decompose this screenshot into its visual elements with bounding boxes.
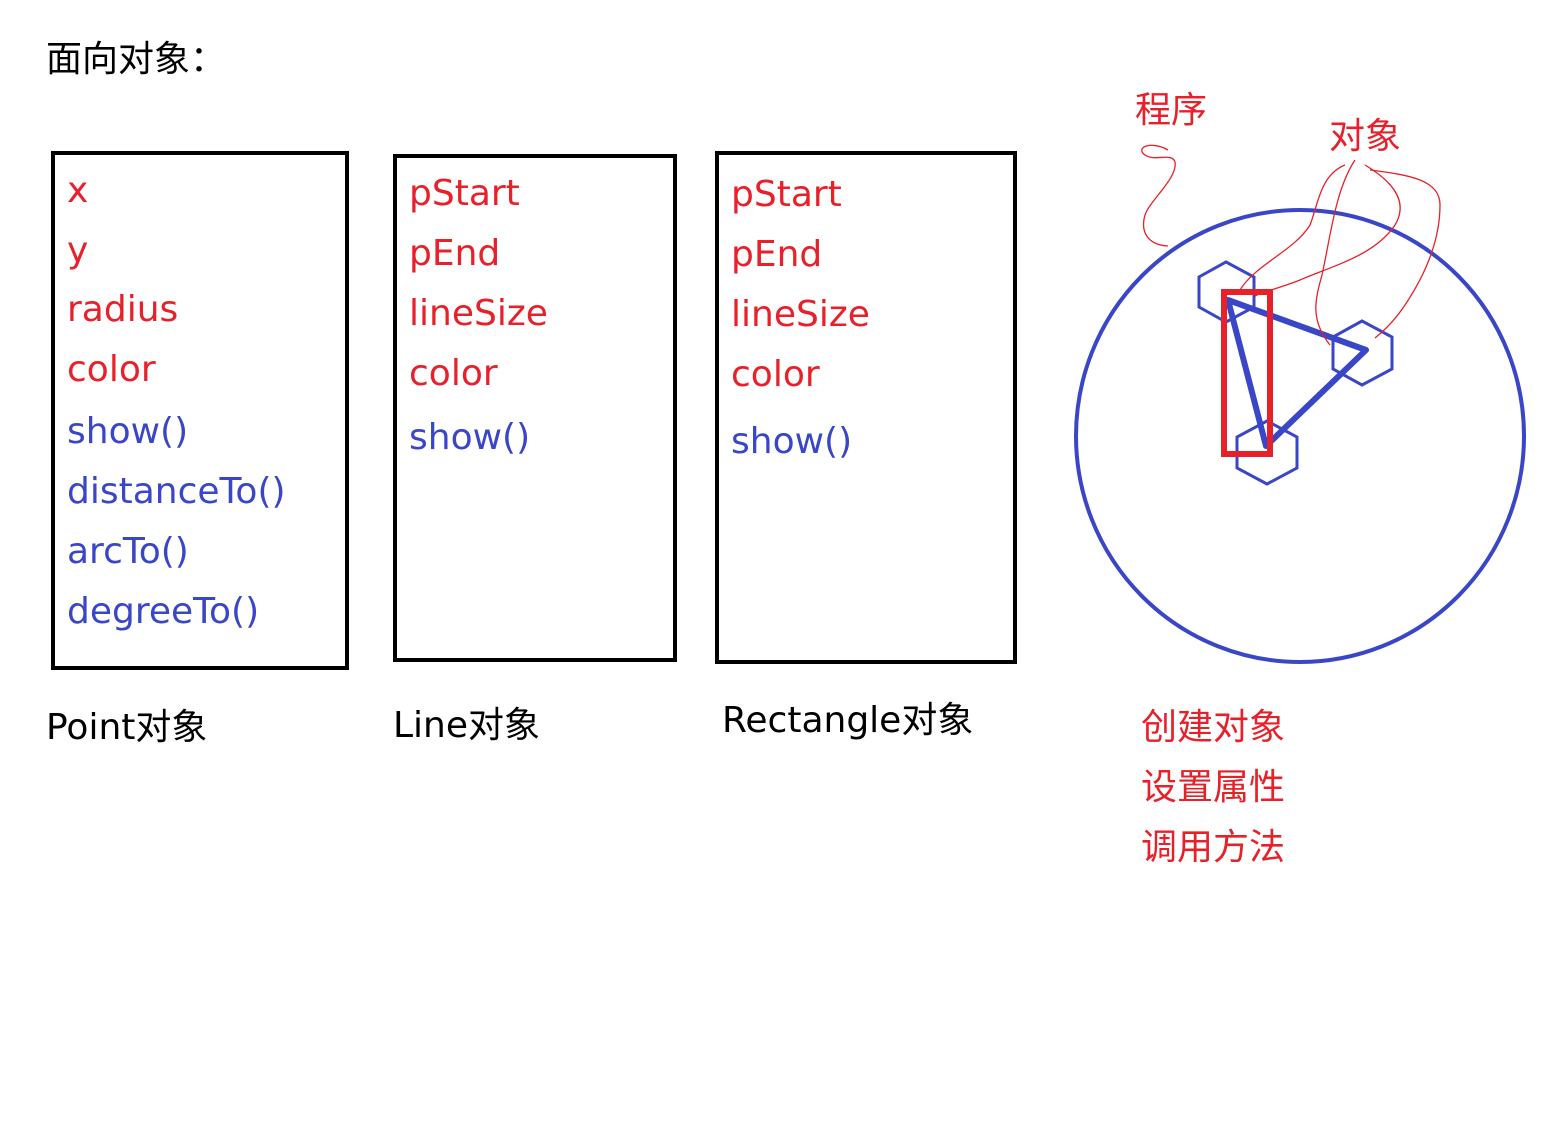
program-label: 程序	[1135, 90, 1208, 131]
oop-steps-list: 创建对象 设置属性 调用方法	[1141, 698, 1285, 878]
program-circle	[1074, 208, 1526, 664]
object-pointer-line-2	[1315, 159, 1356, 346]
step-set-properties: 设置属性	[1141, 767, 1286, 808]
object-pointer-line-3	[1254, 164, 1401, 297]
object-label: 对象	[1329, 116, 1402, 157]
object-pointer-line-1	[1239, 164, 1346, 291]
object-triangle	[1225, 297, 1369, 449]
program-pointer-line	[1141, 144, 1176, 247]
step-create-object: 创建对象	[1141, 707, 1286, 748]
step-call-methods: 调用方法	[1141, 827, 1286, 868]
program-objects-sketch	[1074, 144, 1526, 664]
